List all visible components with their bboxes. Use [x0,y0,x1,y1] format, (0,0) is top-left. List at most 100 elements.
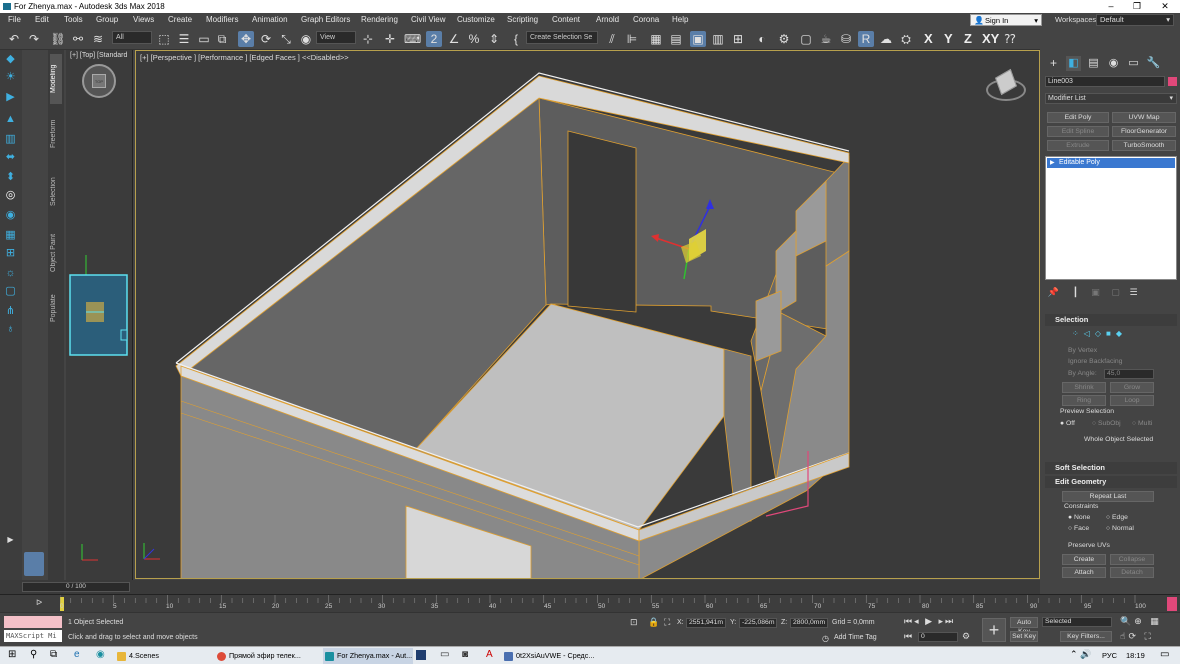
top-viewport[interactable]: [+] [Top] [Standard TOP [66,50,133,580]
tab-populate[interactable]: Populate [50,288,62,328]
lock-icon[interactable]: 🔒 [648,617,659,628]
axis-x-button[interactable]: X [924,31,933,46]
tab-object-paint[interactable]: Object Paint [50,228,62,278]
maxscript-listener-field[interactable] [4,616,62,628]
preview-off-radio[interactable]: ● Off [1060,420,1075,427]
rb-icon[interactable]: R [858,31,874,47]
show-end-result-icon[interactable]: ┃ [1068,285,1083,300]
auto-key-button[interactable]: Auto Key [1010,617,1038,635]
modifier-edit-spline-button[interactable]: Edit Spline [1047,126,1109,137]
workspaces-dropdown[interactable]: Default ▾ [1096,14,1174,26]
repeat-last-button[interactable]: Repeat Last [1062,491,1154,502]
detach-button[interactable]: Detach [1110,567,1154,578]
systems-icon[interactable]: ⬍ [3,170,18,185]
percent-snap-icon[interactable]: % [466,31,482,47]
menu-help[interactable]: Help [672,13,688,27]
select-by-name-icon[interactable]: ☰ [176,31,192,47]
y-coordinate-field[interactable]: -225,086m [739,618,777,628]
keyboard-shortcut-icon[interactable]: ⌨ [404,31,421,47]
modifier-turbosmooth-button[interactable]: TurboSmooth [1112,140,1176,151]
start-icon[interactable]: ⊞ [8,649,16,660]
isolate-icon[interactable]: ⊡ [630,617,638,628]
notifications-icon[interactable]: ▭ [1160,649,1169,660]
preview-subobj-radio[interactable]: ○ SubObj [1092,420,1121,427]
link-icon[interactable]: ⛓ [50,31,66,47]
select-object-icon[interactable]: ⬚ [156,31,172,47]
menu-views[interactable]: Views [133,13,154,27]
render-setup-icon[interactable]: ⚙ [776,31,792,47]
ring-button[interactable]: Ring [1062,395,1106,406]
time-config-icon[interactable]: ⚙ [962,631,970,642]
subobject-level-icons[interactable]: ⁘◁◇■◆ [1072,329,1127,338]
render-production-icon[interactable]: ☕ [818,31,834,47]
tray-icons[interactable]: ⌃ 🔊 [1070,649,1091,660]
utilities-icon[interactable]: ▦ [3,228,18,243]
edit-geometry-rollout-header[interactable]: Edit Geometry [1045,476,1177,488]
light-icon[interactable]: ☀ [3,70,18,85]
taskbar-item[interactable]: 4.Scenes [115,648,211,664]
display-icon[interactable]: ◉ [3,208,18,223]
undo-icon[interactable]: ↶ [6,31,22,47]
menu-arnold[interactable]: Arnold [596,13,619,27]
modifier-list-dropdown[interactable]: Modifier List ▾ [1045,93,1177,104]
minimize-button[interactable]: – [1100,0,1122,13]
time-slider[interactable]: 0 / 100 [22,582,130,592]
input-language[interactable]: РУС [1102,651,1117,660]
configure-sets-icon[interactable]: ☰ [1126,285,1141,300]
toggle-ribbon-icon[interactable]: ▣ [690,31,706,47]
stack-item-editable-poly[interactable]: ▶ Editable Poly [1047,158,1175,168]
close-button[interactable]: ✕ [1154,0,1176,13]
tab-freeform[interactable]: Freeform [50,112,62,156]
set-key-button[interactable]: Set Key [1010,631,1038,642]
array-icon[interactable]: ⊞ [3,246,18,261]
taskbar-item[interactable]: Прямой эфир телек... [215,648,319,664]
move-axis-icon[interactable]: ✛ [382,31,398,47]
constraint-none-radio[interactable]: ● None [1068,514,1090,521]
axis-constraint-icon[interactable]: ⁇ [1002,31,1018,47]
axis-y-button[interactable]: Y [944,31,953,46]
pivot-center-icon[interactable]: ⊹ [360,31,376,47]
make-unique-icon[interactable]: ▣ [1088,285,1103,300]
by-angle-checkbox[interactable]: By Angle: [1068,370,1097,377]
viewcube-icon[interactable]: TOP [82,64,116,98]
key-filters-button[interactable]: Key Filters... [1060,631,1112,642]
object-name-field[interactable]: Line003 [1045,76,1165,87]
angle-snap-icon[interactable]: ∠ [446,31,462,47]
loop-button[interactable]: Loop [1110,395,1154,406]
menu-content[interactable]: Content [552,13,580,27]
menu-customize[interactable]: Customize [457,13,495,27]
ref-coord-dropdown[interactable]: View [316,31,356,44]
sign-in-button[interactable]: 👤 Sign In ▾ [970,14,1042,26]
ignore-backfacing-checkbox[interactable]: Ignore Backfacing [1068,358,1122,365]
browser-icon[interactable]: ◉ [96,649,105,660]
select-scale-icon[interactable]: ⤡ [278,31,294,47]
absolute-mode-icon[interactable]: ⛶ [664,617,670,628]
taskbar-item-active[interactable]: For Zhenya.max - Aut... [323,648,413,664]
modifier-edit-poly-button[interactable]: Edit Poly [1047,112,1109,123]
maximize-button[interactable]: ❐ [1126,0,1148,13]
menu-scripting[interactable]: Scripting [507,13,538,27]
z-coordinate-field[interactable]: 2800,0mm [790,618,828,628]
modify-tab-icon[interactable]: ◧ [1066,56,1081,71]
menu-create[interactable]: Create [168,13,192,27]
collapse-button[interactable]: Collapse [1110,554,1154,565]
shrink-button[interactable]: Shrink [1062,382,1106,393]
preview-multi-radio[interactable]: ○ Multi [1132,420,1152,427]
by-angle-spinner[interactable]: 45,0 [1104,369,1154,379]
unlink-icon[interactable]: ⚯ [70,31,86,47]
constraint-normal-radio[interactable]: ○ Normal [1106,525,1134,532]
modifier-extrude-button[interactable]: Extrude [1047,140,1109,151]
constraint-edge-radio[interactable]: ○ Edge [1106,514,1128,521]
camera-icon[interactable]: ▶ [3,90,18,105]
menu-rendering[interactable]: Rendering [361,13,398,27]
align-icon[interactable]: ⊫ [624,31,640,47]
layer-explorer-icon[interactable]: ▤ [668,31,684,47]
current-frame-field[interactable]: 0 [918,632,958,642]
named-selection-icon[interactable]: { [508,31,524,47]
motion-tab-icon[interactable]: ◉ [1106,56,1121,71]
select-rotate-icon[interactable]: ⟳ [258,31,274,47]
utilities-tab-icon[interactable]: 🔧 [1146,56,1161,71]
preserve-uvs-checkbox[interactable]: Preserve UVs [1068,542,1110,549]
snap-toggle-icon[interactable]: 2 [426,31,442,47]
clock[interactable]: 18:19 [1126,651,1145,660]
